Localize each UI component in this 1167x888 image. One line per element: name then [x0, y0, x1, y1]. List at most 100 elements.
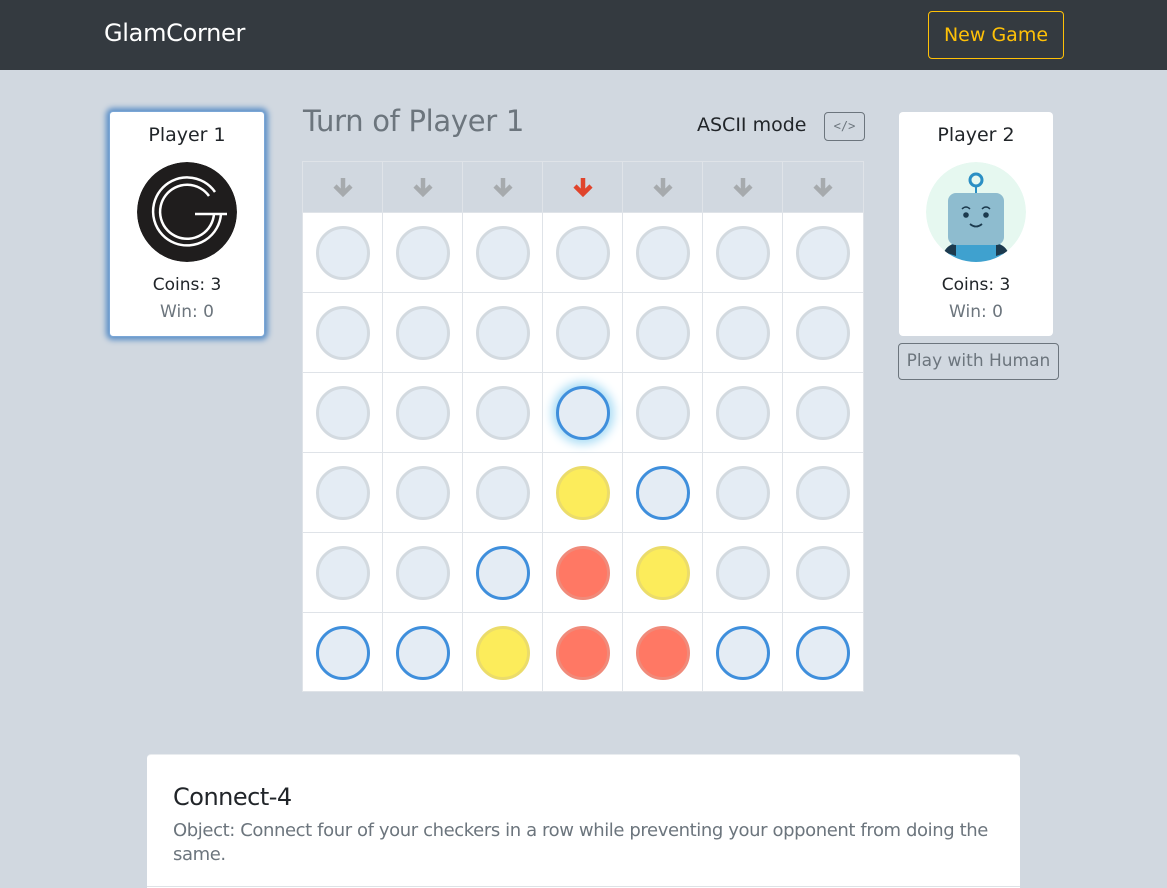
drop-column-7-button[interactable] [783, 162, 863, 212]
empty-slot [796, 385, 850, 440]
arrow-down-icon [572, 178, 593, 198]
board-cell[interactable] [623, 453, 703, 532]
available-slot [635, 465, 690, 520]
board-cell[interactable] [383, 213, 463, 292]
board-cell[interactable] [463, 373, 543, 452]
board-cell[interactable] [463, 293, 543, 372]
empty-slot [796, 545, 850, 600]
board-cell[interactable] [303, 373, 383, 452]
board-cell[interactable] [383, 613, 463, 692]
empty-slot [555, 225, 610, 280]
board-cell[interactable] [623, 533, 703, 612]
player-2-disc [555, 465, 610, 520]
board-cell[interactable] [383, 453, 463, 532]
board-cell[interactable] [303, 613, 383, 692]
drop-column-2-button[interactable] [383, 162, 463, 212]
drop-column-3-button[interactable] [463, 162, 543, 212]
empty-slot [635, 305, 690, 360]
player-1-disc [555, 545, 610, 600]
board-cell[interactable] [703, 533, 783, 612]
board-cell[interactable] [783, 453, 863, 532]
board-cell[interactable] [543, 293, 623, 372]
player-2-disc [475, 625, 530, 680]
player-wins: Win: 0 [160, 302, 214, 322]
arrow-down-icon [652, 178, 673, 198]
board-cell[interactable] [463, 453, 543, 532]
board-cell[interactable] [543, 453, 623, 532]
player-wins: Win: 0 [949, 302, 1003, 322]
available-slot [395, 625, 450, 680]
board-cell[interactable] [623, 293, 703, 372]
empty-slot [475, 225, 530, 280]
empty-slot [395, 465, 450, 520]
turn-indicator: Turn of Player 1 [303, 104, 524, 138]
column-selector-row [303, 162, 863, 213]
glamcorner-logo-icon [137, 162, 237, 262]
available-slot [796, 625, 850, 680]
empty-slot [715, 305, 770, 360]
board-cell[interactable] [783, 533, 863, 612]
board-cell[interactable] [703, 373, 783, 452]
board-cell[interactable] [463, 613, 543, 692]
board-row [303, 213, 863, 293]
board-cell[interactable] [783, 613, 863, 692]
board-cell[interactable] [543, 213, 623, 292]
board-cell[interactable] [623, 213, 703, 292]
new-game-button[interactable]: New Game [928, 11, 1064, 59]
board-cell[interactable] [783, 373, 863, 452]
drop-column-6-button[interactable] [703, 162, 783, 212]
board-cell[interactable] [383, 533, 463, 612]
board-cell[interactable] [463, 533, 543, 612]
board-cell[interactable] [303, 453, 383, 532]
board-grid [303, 213, 863, 692]
empty-slot [475, 465, 530, 520]
board-cell[interactable] [783, 293, 863, 372]
board-cell[interactable] [543, 373, 623, 452]
board-cell[interactable] [383, 293, 463, 372]
empty-slot [796, 465, 850, 520]
empty-slot [796, 305, 850, 360]
player-2-disc [635, 545, 690, 600]
empty-slot [715, 225, 770, 280]
board-row [303, 453, 863, 533]
brand-logo[interactable]: GlamCorner [104, 19, 245, 47]
player-1-card: Player 1 Coins: 3 Win: 0 [109, 111, 265, 337]
empty-slot [475, 305, 530, 360]
board-cell[interactable] [463, 213, 543, 292]
board-row [303, 293, 863, 373]
arrow-down-icon [813, 178, 833, 198]
empty-slot [315, 465, 370, 520]
drop-column-5-button[interactable] [623, 162, 703, 212]
empty-slot [395, 385, 450, 440]
empty-slot [315, 385, 370, 440]
drop-column-1-button[interactable] [303, 162, 383, 212]
empty-slot [315, 545, 370, 600]
player-coins: Coins: 3 [152, 275, 222, 295]
play-with-human-button[interactable]: Play with Human [898, 343, 1059, 380]
drop-column-4-button[interactable] [543, 162, 623, 212]
empty-slot [715, 465, 770, 520]
board-cell[interactable] [623, 613, 703, 692]
board-cell[interactable] [383, 373, 463, 452]
available-slot [315, 625, 370, 680]
board-cell[interactable] [703, 213, 783, 292]
board-cell[interactable] [703, 293, 783, 372]
navbar: GlamCorner New Game [0, 0, 1167, 70]
board-cell[interactable] [783, 213, 863, 292]
board-cell[interactable] [623, 373, 703, 452]
board-cell[interactable] [543, 533, 623, 612]
ascii-mode-toggle[interactable]: </> [824, 112, 865, 141]
empty-slot [715, 545, 770, 600]
board-cell[interactable] [303, 213, 383, 292]
empty-slot [635, 385, 690, 440]
game-info-card: Connect-4 Object: Connect four of your c… [147, 754, 1020, 888]
board-cell[interactable] [703, 613, 783, 692]
divider [147, 886, 1020, 887]
player-2-card: Player 2 Coins: 3 Win: 0 [899, 112, 1053, 336]
board-cell[interactable] [303, 293, 383, 372]
board-cell[interactable] [703, 453, 783, 532]
board-cell[interactable] [543, 613, 623, 692]
board-cell[interactable] [303, 533, 383, 612]
game-title: Connect-4 [173, 783, 292, 811]
ascii-mode-label: ASCII mode [697, 114, 807, 136]
